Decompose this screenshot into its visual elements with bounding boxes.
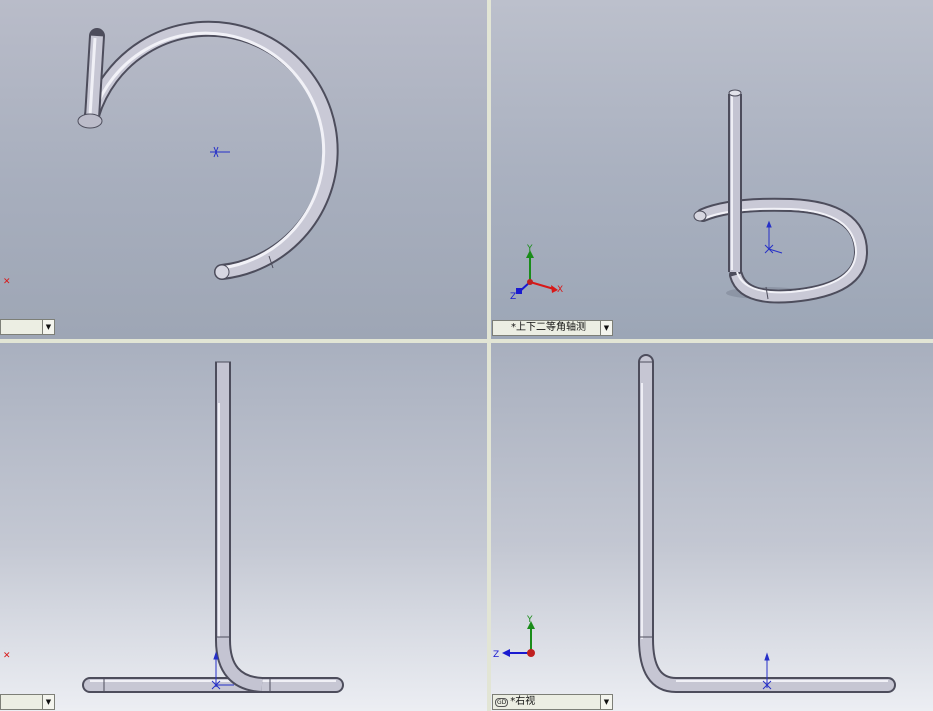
coordinate-triad-icon: Y X Z [510,244,563,302]
model-isometric-view: Y X Z [510,89,869,304]
axis-z-label: Z [510,292,516,302]
viewport-vertical-splitter[interactable] [487,0,491,711]
link-views-icon[interactable]: GD [495,697,509,707]
model-front-view: ✕ [3,361,344,693]
axis-z-label: Z [493,650,499,660]
chevron-down-icon[interactable]: ▼ [42,695,54,709]
axis-y-label: Y [526,615,533,625]
model-right-view: Y Z [493,354,896,693]
origin-marker-icon [210,146,230,158]
axis-x-label: X [557,285,563,295]
axis-x-label-partial: ✕ [3,651,11,661]
origin-marker-icon [764,220,783,254]
viewport-top-right[interactable]: Y X Z *上下二等角轴测 ▼ [491,0,933,339]
viewport-top-left[interactable]: ✕ ▼ [0,0,487,339]
chevron-down-icon[interactable]: ▼ [600,321,612,335]
axis-y-label: Y [526,244,533,254]
viewport-view-selector[interactable]: GD *右视 ▼ [492,694,613,710]
coordinate-triad-icon: Y Z [493,615,535,660]
chevron-down-icon[interactable]: ▼ [600,695,612,709]
viewport-view-selector[interactable]: *上下二等角轴测 ▼ [492,320,613,336]
viewport-horizontal-splitter[interactable] [0,339,933,343]
viewport-view-selector[interactable]: ▼ [0,319,55,335]
view-name: *右视 [510,696,536,707]
viewport-bottom-left[interactable]: ✕ ▼ [0,343,487,711]
viewport-view-selector[interactable]: ▼ [0,694,55,710]
axis-x-label-partial: ✕ [3,277,11,287]
view-name: *上下二等角轴测 [511,322,586,333]
chevron-down-icon[interactable]: ▼ [42,320,54,334]
model-arc-view: ✕ [3,20,339,287]
viewport-bottom-right[interactable]: Y Z GD *右视 ▼ [491,343,933,711]
